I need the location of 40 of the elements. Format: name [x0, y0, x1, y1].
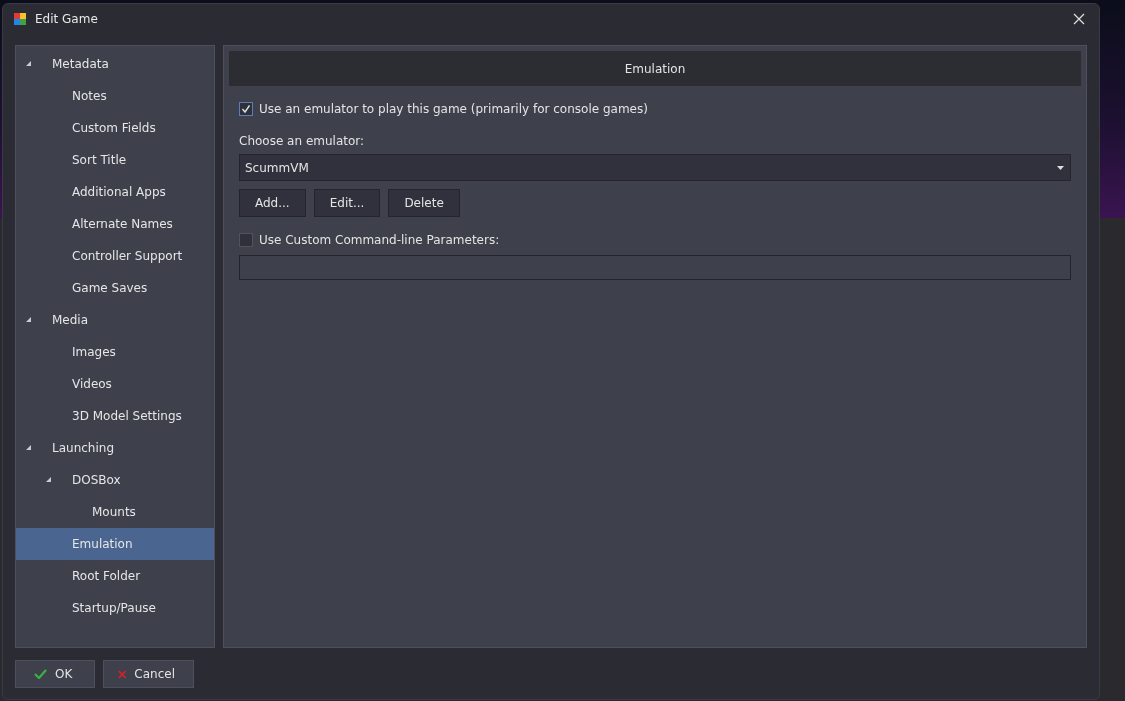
checkbox-label: Use Custom Command-line Parameters:: [259, 233, 500, 247]
tree-item[interactable]: Additional Apps: [16, 176, 214, 208]
tree-item[interactable]: Controller Support: [16, 240, 214, 272]
checkmark-icon: [34, 669, 47, 679]
checkbox[interactable]: [239, 102, 253, 116]
emulator-button[interactable]: Delete: [388, 189, 460, 217]
expand-arrow-icon[interactable]: [26, 317, 32, 323]
section-header: Emulation: [229, 51, 1081, 86]
tree-item[interactable]: Emulation: [16, 528, 214, 560]
tree-item[interactable]: Notes: [16, 80, 214, 112]
expand-arrow-icon[interactable]: [26, 445, 32, 451]
ok-button[interactable]: OK: [15, 660, 95, 688]
cross-icon: [118, 668, 127, 680]
expand-arrow-icon[interactable]: [26, 61, 32, 67]
checkbox-label: Use an emulator to play this game (primarily for console games): [259, 102, 648, 116]
tree-item[interactable]: Videos: [16, 368, 214, 400]
parameters-input-field[interactable]: [239, 255, 1071, 280]
tree-item[interactable]: Custom Fields: [16, 112, 214, 144]
tree-item[interactable]: Sort Title: [16, 144, 214, 176]
tree-item[interactable]: Media: [16, 304, 214, 336]
tree-item[interactable]: Game Saves: [16, 272, 214, 304]
tree-item[interactable]: Metadata: [16, 48, 214, 80]
cancel-button[interactable]: Cancel: [103, 660, 194, 688]
tree-item[interactable]: Images: [16, 336, 214, 368]
dropdown-caret-icon: [1057, 165, 1064, 170]
tree-item[interactable]: Alternate Names: [16, 208, 214, 240]
emulator-button[interactable]: Add...: [239, 189, 306, 217]
tree-item[interactable]: Root Folder: [16, 560, 214, 592]
emulator-button[interactable]: Edit...: [313, 189, 381, 217]
tree-item[interactable]: DOSBox: [16, 464, 214, 496]
field-label: Choose an emulator:: [239, 134, 366, 148]
tree-item[interactable]: Launching: [16, 432, 214, 464]
tree-item[interactable]: 3D Model Settings: [16, 400, 214, 432]
emulator-dropdown[interactable]: ScummVM: [239, 154, 1071, 181]
expand-arrow-icon[interactable]: [46, 477, 52, 483]
close-icon[interactable]: [1073, 13, 1085, 25]
tree-item[interactable]: Mounts: [16, 496, 214, 528]
tree-item[interactable]: Startup/Pause: [16, 592, 214, 624]
checkbox[interactable]: [239, 233, 253, 247]
window-title: Edit Game: [35, 12, 99, 26]
